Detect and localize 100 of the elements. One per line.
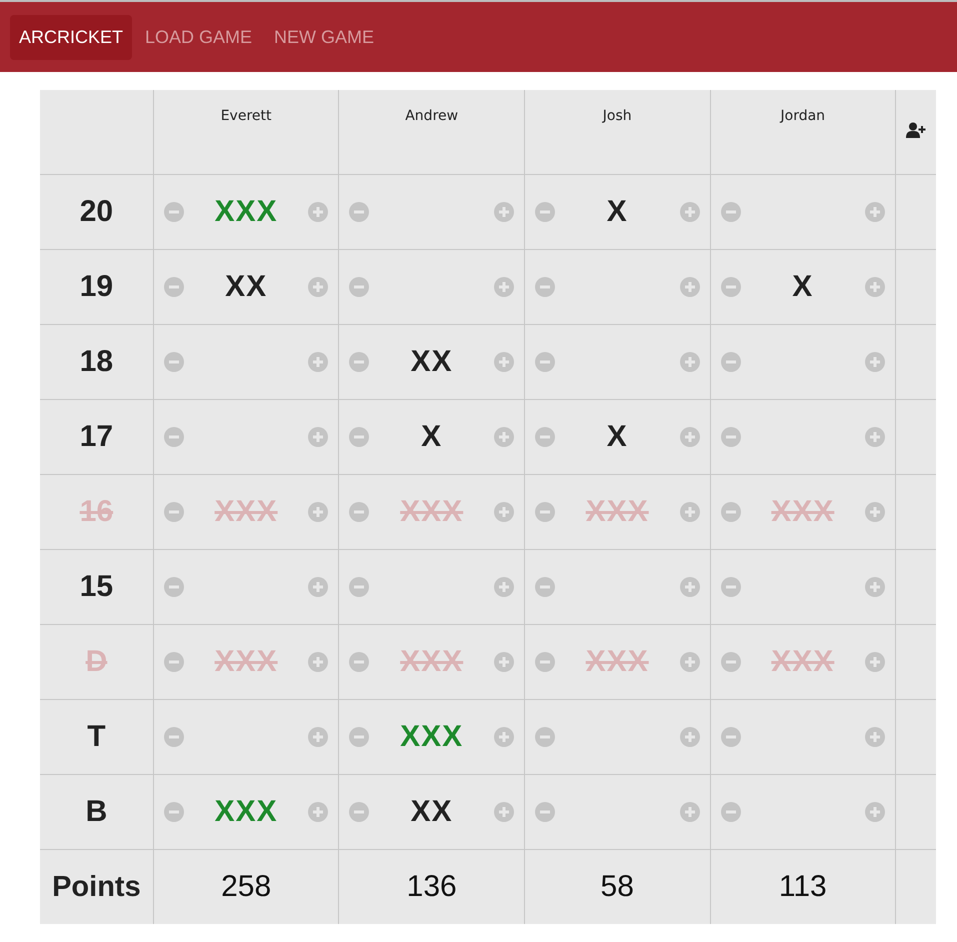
minus-icon[interactable]: [349, 427, 370, 447]
points-value: 258: [221, 870, 272, 903]
minus-icon[interactable]: [164, 352, 184, 372]
nav-link[interactable]: ARCRICKET: [10, 14, 132, 60]
minus-icon[interactable]: [720, 502, 741, 522]
minus-icon[interactable]: [534, 277, 555, 297]
minus-icon[interactable]: [534, 802, 555, 822]
hit-marks: X: [421, 420, 442, 454]
minus-icon[interactable]: [720, 652, 741, 672]
add-user-icon[interactable]: [906, 122, 926, 138]
plus-icon[interactable]: [494, 202, 514, 222]
points-value: 136: [406, 870, 457, 903]
minus-icon[interactable]: [534, 577, 555, 597]
minus-icon[interactable]: [720, 202, 741, 222]
points-value: 113: [778, 870, 827, 903]
minus-icon[interactable]: [164, 277, 184, 297]
minus-icon[interactable]: [164, 727, 184, 747]
minus-icon[interactable]: [720, 277, 741, 297]
plus-icon[interactable]: [494, 502, 514, 522]
plus-icon[interactable]: [865, 427, 886, 447]
hit-marks: X: [606, 195, 628, 229]
minus-icon[interactable]: [349, 652, 370, 672]
target-label: 18: [80, 345, 114, 378]
plus-icon[interactable]: [865, 277, 886, 297]
plus-icon[interactable]: [494, 802, 514, 822]
plus-icon[interactable]: [308, 502, 328, 522]
minus-icon[interactable]: [164, 802, 184, 822]
minus-icon[interactable]: [164, 502, 184, 522]
plus-icon[interactable]: [308, 277, 328, 297]
minus-icon[interactable]: [534, 202, 555, 222]
minus-icon[interactable]: [720, 352, 741, 372]
minus-icon[interactable]: [349, 502, 370, 522]
minus-icon[interactable]: [349, 202, 370, 222]
player-name: Andrew: [405, 108, 458, 124]
plus-icon[interactable]: [308, 202, 328, 222]
plus-icon[interactable]: [865, 577, 886, 597]
plus-icon[interactable]: [308, 352, 328, 372]
hit-marks: XXX: [400, 720, 464, 754]
plus-icon[interactable]: [308, 577, 328, 597]
plus-icon[interactable]: [680, 277, 700, 297]
minus-icon[interactable]: [349, 352, 370, 372]
player-name: Everett: [220, 108, 272, 124]
minus-icon[interactable]: [164, 427, 184, 447]
target-label: 17: [80, 420, 114, 453]
minus-icon[interactable]: [349, 802, 370, 822]
plus-icon[interactable]: [680, 427, 700, 447]
minus-icon[interactable]: [164, 652, 184, 672]
plus-icon[interactable]: [308, 427, 328, 447]
hit-marks: X: [792, 270, 814, 304]
player-name: Josh: [602, 108, 632, 124]
minus-icon[interactable]: [349, 727, 370, 747]
plus-icon[interactable]: [680, 202, 700, 222]
plus-icon[interactable]: [308, 727, 328, 747]
points-value: 58: [600, 870, 634, 903]
plus-icon[interactable]: [865, 352, 886, 372]
minus-icon[interactable]: [349, 577, 370, 597]
nav-link[interactable]: LOAD GAME: [136, 14, 262, 60]
minus-icon[interactable]: [720, 577, 741, 597]
points-label: Points: [52, 870, 141, 902]
plus-icon[interactable]: [308, 802, 328, 822]
minus-icon[interactable]: [349, 277, 370, 297]
hit-marks: XXX: [214, 195, 278, 229]
minus-icon[interactable]: [720, 427, 741, 447]
plus-icon[interactable]: [865, 502, 886, 522]
hit-marks: XX: [225, 270, 268, 304]
minus-icon[interactable]: [720, 727, 741, 747]
nav-link[interactable]: NEW GAME: [265, 14, 384, 60]
plus-icon[interactable]: [865, 652, 886, 672]
target-label: T: [87, 720, 106, 753]
plus-icon[interactable]: [865, 802, 886, 822]
plus-icon[interactable]: [494, 727, 514, 747]
plus-icon[interactable]: [865, 202, 886, 222]
player-name: Jordan: [780, 108, 826, 124]
plus-icon[interactable]: [865, 727, 886, 747]
plus-icon[interactable]: [494, 577, 514, 597]
target-label: 15: [80, 570, 114, 603]
plus-icon[interactable]: [494, 277, 514, 297]
hit-marks: XX: [410, 345, 453, 379]
plus-icon[interactable]: [494, 427, 514, 447]
plus-icon[interactable]: [680, 727, 700, 747]
target-label: B: [86, 795, 108, 828]
hit-marks: XXX: [214, 795, 278, 829]
minus-icon[interactable]: [164, 577, 184, 597]
minus-icon[interactable]: [534, 652, 555, 672]
plus-icon[interactable]: [680, 352, 700, 372]
hit-marks: X: [606, 420, 628, 454]
plus-icon[interactable]: [680, 652, 700, 672]
plus-icon[interactable]: [680, 577, 700, 597]
plus-icon[interactable]: [680, 802, 700, 822]
minus-icon[interactable]: [164, 202, 184, 222]
plus-icon[interactable]: [308, 652, 328, 672]
plus-icon[interactable]: [494, 352, 514, 372]
minus-icon[interactable]: [534, 427, 555, 447]
minus-icon[interactable]: [534, 727, 555, 747]
plus-icon[interactable]: [680, 502, 700, 522]
hit-marks: XX: [410, 795, 453, 829]
minus-icon[interactable]: [534, 502, 555, 522]
minus-icon[interactable]: [720, 802, 741, 822]
minus-icon[interactable]: [534, 352, 555, 372]
plus-icon[interactable]: [494, 652, 514, 672]
